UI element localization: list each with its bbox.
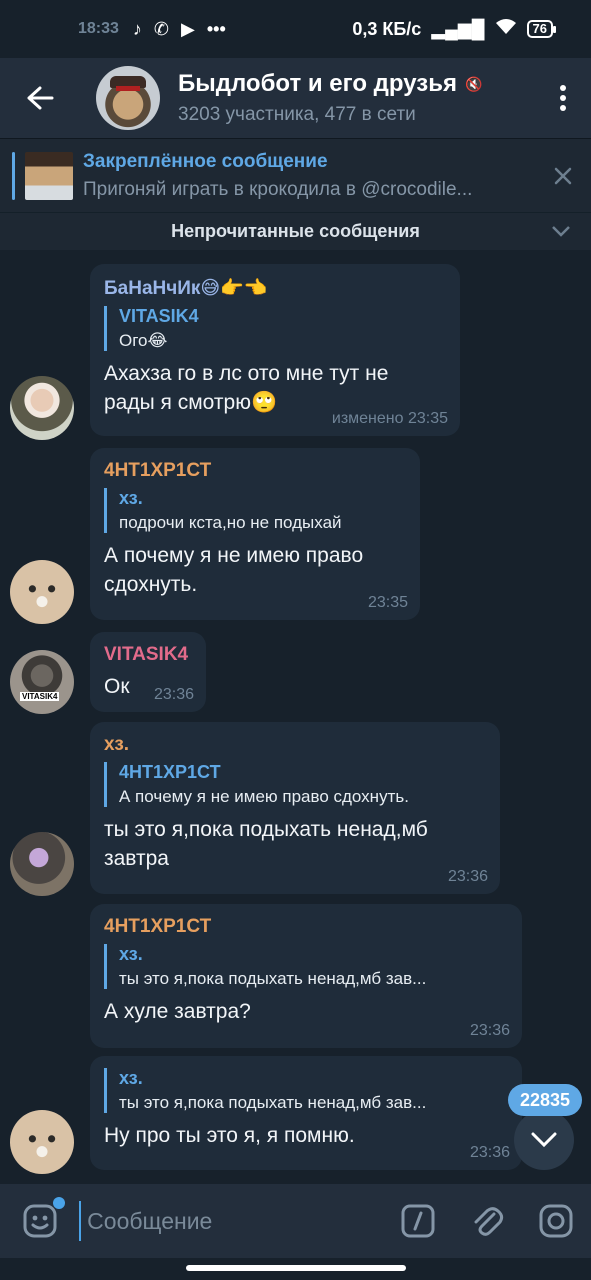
unread-divider: Непрочитанные сообщения <box>0 212 591 250</box>
reply-text: Ого😂 <box>119 331 168 350</box>
chevron-down-icon <box>531 1132 557 1148</box>
chat-header: Быдлобот и его друзья 🔇 3203 участника, … <box>0 58 591 138</box>
more-vert-icon <box>560 85 566 111</box>
message-sender[interactable]: 4НТ1ХР1СТ <box>104 916 508 938</box>
chat-subtitle: 3203 участника, 477 в сети <box>178 104 416 125</box>
chat-avatar[interactable] <box>96 66 160 130</box>
bot-command-button[interactable] <box>383 1204 452 1238</box>
missed-call-icon: ✆ <box>153 18 170 39</box>
net-speed: 0,3 КБ/с <box>352 18 422 39</box>
new-stickers-dot <box>53 1197 66 1209</box>
message-text: А хуле завтра? <box>104 1000 251 1023</box>
message-time: изменено 23:35 <box>331 410 448 427</box>
message-bubble[interactable]: хз. ты это я,пока подыхать ненад,мб зав.… <box>90 1056 522 1170</box>
message-text-value: Ок <box>104 675 130 698</box>
message-time: 23:36 <box>447 868 488 885</box>
message-time: 23:35 <box>367 594 408 611</box>
avatar[interactable] <box>10 1110 74 1174</box>
message-sender[interactable]: 4НТ1ХР1СТ <box>104 460 406 482</box>
message-input[interactable] <box>79 1201 384 1241</box>
reply-sender: хз. <box>119 488 143 508</box>
pinned-title: Закреплённое сообщение <box>83 150 328 172</box>
status-bar: 18:33 ♪ ✆ ▶ ••• 0,3 КБ/с ▂▄▆█ 76 <box>0 0 591 58</box>
reply-quote[interactable]: хз. ты это я,пока подыхать ненад,мб зав.… <box>104 1068 508 1113</box>
reply-quote[interactable]: VITASIK4 Ого😂 <box>104 306 446 351</box>
reply-text: ты это я,пока подыхать ненад,мб зав... <box>119 1093 427 1112</box>
reply-quote[interactable]: хз. подрочи кста,но не подыхай <box>104 488 406 533</box>
avatar[interactable]: VITASIK4 <box>10 650 74 714</box>
emoji-sticker-icon <box>23 1204 57 1238</box>
message-bubble[interactable]: 4НТ1ХР1СТ хз. ты это я,пока подыхать нен… <box>90 904 522 1048</box>
message-bubble[interactable]: хз. 4НТ1ХР1СТ А почему я не имею право с… <box>90 722 500 894</box>
status-time: 18:33 <box>78 20 119 37</box>
chat-info[interactable]: Быдлобот и его друзья 🔇 3203 участника, … <box>178 70 535 126</box>
bot-command-icon <box>401 1204 435 1238</box>
message-text: Ахахза го в лс ото мне тут не рады я смо… <box>104 362 389 414</box>
reply-sender: хз. <box>119 944 143 964</box>
message-composer <box>0 1184 591 1258</box>
reply-text: А почему я не имею право сдохнуть. <box>119 787 409 806</box>
more-notifications-icon: ••• <box>206 18 226 39</box>
camera-button[interactable] <box>522 1204 591 1238</box>
back-button[interactable] <box>0 58 80 138</box>
message-sender[interactable]: VITASIK4 <box>104 644 192 666</box>
message-time: 23:36 <box>469 1144 510 1161</box>
unread-counter-badge[interactable]: 22835 <box>508 1084 583 1116</box>
emoji-button[interactable] <box>0 1197 79 1239</box>
chat-title: Быдлобот и его друзья <box>178 70 457 97</box>
message-sender[interactable]: хз. <box>104 734 486 756</box>
avatar-label: VITASIK4 <box>20 692 60 701</box>
avatar[interactable] <box>10 376 74 440</box>
message-bubble[interactable]: БаНаНчИк😅👉👈 VITASIK4 Ого😂 Ахахза го в лс… <box>90 264 460 436</box>
scroll-down-button[interactable] <box>514 1110 574 1170</box>
youtube-icon: ▶ <box>181 18 195 39</box>
unread-label: Непрочитанные сообщения <box>171 221 420 241</box>
status-notification-icons: ♪ ✆ ▶ ••• <box>133 19 226 40</box>
pinned-thumbnail <box>25 151 73 200</box>
message-text: А почему я не имею право сдохнуть. <box>104 544 364 596</box>
battery-icon: 76 <box>526 20 557 38</box>
avatar[interactable] <box>10 560 74 624</box>
reply-text: подрочи кста,но не подыхай <box>119 513 342 532</box>
message-text: Ну про ты это я, я помню. <box>104 1124 355 1147</box>
message-sender[interactable]: БаНаНчИк😅👉👈 <box>104 276 446 300</box>
avatar[interactable] <box>10 832 74 896</box>
system-nav-bar <box>0 1258 591 1280</box>
message-text: ты это я,пока подыхать ненад,мб завтра <box>104 818 428 870</box>
message-time: 23:36 <box>469 1022 510 1039</box>
reply-sender: VITASIK4 <box>119 306 199 326</box>
back-arrow-icon <box>27 86 54 110</box>
message-time: 23:36 <box>153 686 194 703</box>
message-bubble[interactable]: VITASIK4 Ок 23:36 <box>90 632 206 712</box>
pinned-close-button[interactable] <box>535 167 591 185</box>
pinned-message-bar[interactable]: Закреплённое сообщение Пригоняй играть в… <box>0 138 591 212</box>
attach-icon <box>474 1207 504 1236</box>
close-icon <box>554 167 572 184</box>
reply-quote[interactable]: хз. ты это я,пока подыхать ненад,мб зав.… <box>104 944 508 989</box>
signal-icon: ▂▄▆█ <box>431 18 485 39</box>
message-bubble[interactable]: 4НТ1ХР1СТ хз. подрочи кста,но не подыхай… <box>90 448 420 620</box>
reply-text: ты это я,пока подыхать ненад,мб зав... <box>119 969 427 988</box>
reply-quote[interactable]: 4НТ1ХР1СТ А почему я не имею право сдохн… <box>104 762 486 807</box>
home-indicator[interactable] <box>186 1265 406 1271</box>
pinned-text: Пригоняй играть в крокодила в @crocodile… <box>83 178 473 200</box>
pinned-indicator <box>12 151 15 200</box>
attach-button[interactable] <box>452 1204 521 1238</box>
reply-sender: 4НТ1ХР1СТ <box>119 762 221 782</box>
wifi-icon <box>495 18 517 41</box>
reply-sender: хз. <box>119 1068 143 1088</box>
chevron-down-icon[interactable] <box>551 221 571 242</box>
more-menu-button[interactable] <box>535 84 591 112</box>
tiktok-icon: ♪ <box>132 18 142 39</box>
camera-icon <box>539 1204 573 1238</box>
mute-icon: 🔇 <box>464 75 483 92</box>
